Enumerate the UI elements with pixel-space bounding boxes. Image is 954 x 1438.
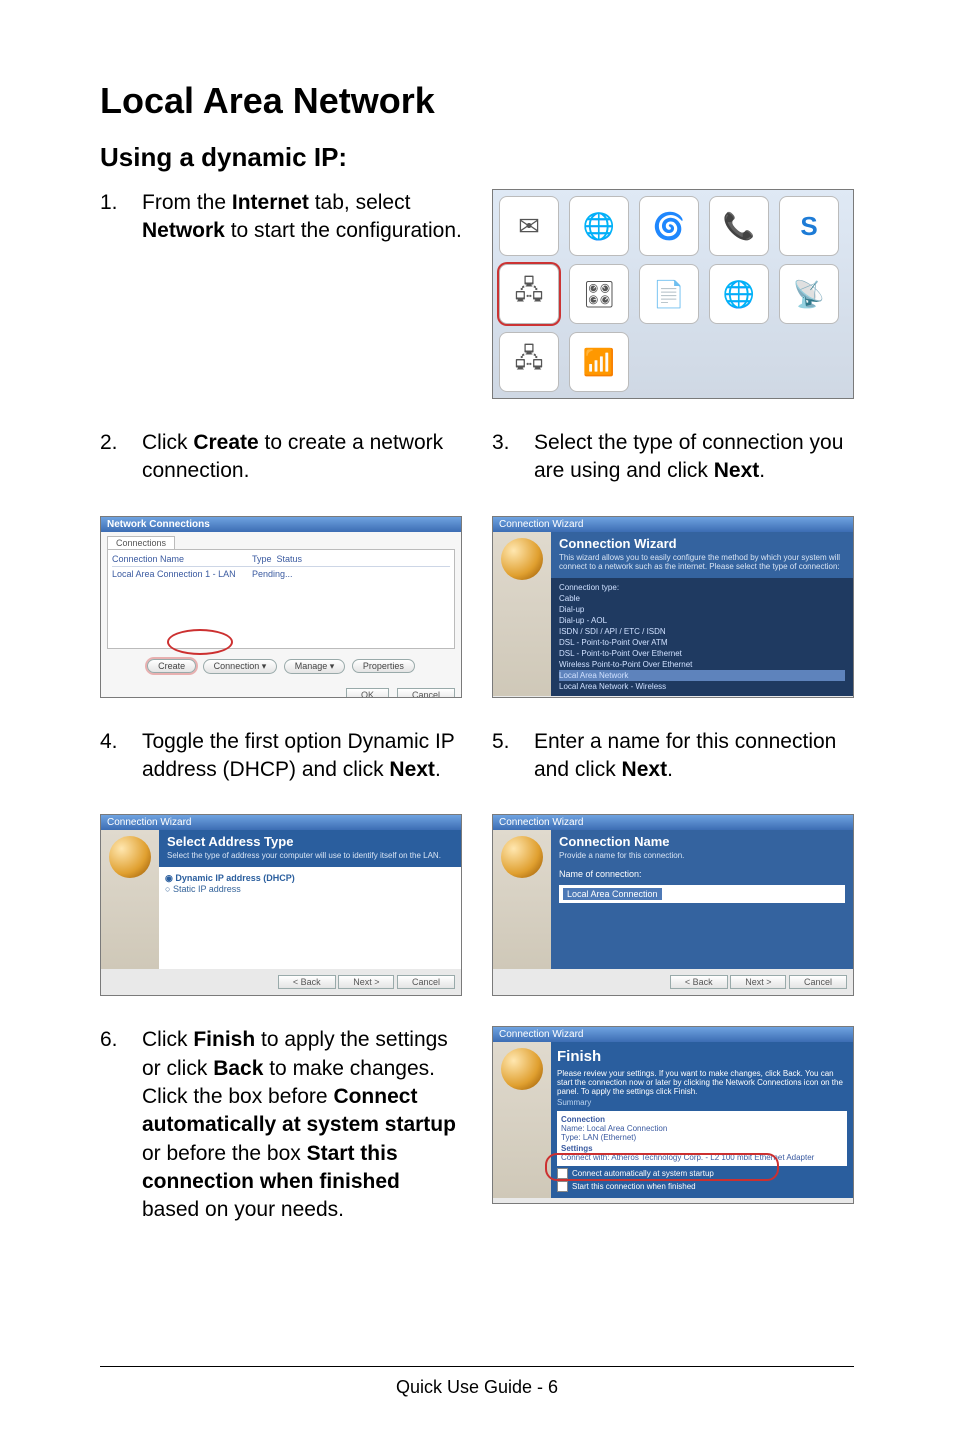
wizard-sidebar-icon — [101, 830, 159, 969]
wiz2-sub: Select the type of address your computer… — [159, 851, 461, 867]
step-6-text: Click Finish to apply the settings or cl… — [142, 1026, 462, 1224]
start-connection-checkbox[interactable]: Start this connection when finished — [557, 1181, 847, 1192]
properties-button[interactable]: Properties — [352, 659, 415, 673]
wiz2-next-button[interactable]: Next > — [338, 975, 394, 989]
step-4-num: 4. — [100, 728, 142, 756]
step-1: 1. From the Internet tab, select Network… — [100, 189, 462, 246]
step-4-text: Toggle the first option Dynamic IP addre… — [142, 728, 462, 785]
wiz3-title: Connection Wizard — [493, 815, 853, 830]
fin-title: Connection Wizard — [493, 1027, 853, 1042]
wizard-sidebar-icon — [493, 532, 551, 696]
screenshot-network-connections: Network Connections Connections Connecti… — [100, 516, 462, 698]
wizard-sidebar-icon — [493, 830, 551, 969]
netconn-title: Network Connections — [101, 517, 461, 532]
step-2-text: Click Create to create a network connect… — [142, 429, 462, 486]
wiz3-cancel-button[interactable]: Cancel — [789, 975, 847, 989]
wiz2-title: Connection Wizard — [101, 815, 461, 830]
step-4: 4. Toggle the first option Dynamic IP ad… — [100, 728, 462, 785]
screenshot-connection-name: Connection Wizard Connection Name Provid… — [492, 814, 854, 996]
fin-head: Finish — [557, 1048, 847, 1065]
step-2-num: 2. — [100, 429, 142, 457]
connection-button[interactable]: Connection ▾ — [203, 659, 278, 674]
step-6: 6. Click Finish to apply the settings or… — [100, 1026, 462, 1224]
ok-button[interactable]: OK — [346, 688, 389, 698]
step-5-num: 5. — [492, 728, 534, 756]
wiz1-head: Connection Wizard — [551, 532, 853, 553]
wiz3-next-button[interactable]: Next > — [730, 975, 786, 989]
wiz3-head: Connection Name — [551, 830, 853, 851]
screenshot-finish: Connection Wizard Finish Please review y… — [492, 1026, 854, 1204]
step-6-num: 6. — [100, 1026, 142, 1054]
step-3-num: 3. — [492, 429, 534, 457]
wiz2-cancel-button[interactable]: Cancel — [397, 975, 455, 989]
step-1-num: 1. — [100, 189, 142, 217]
wiz3-back-button[interactable]: < Back — [670, 975, 728, 989]
wiz2-back-button[interactable]: < Back — [278, 975, 336, 989]
step-3: 3. Select the type of connection you are… — [492, 429, 854, 486]
wiz2-head: Select Address Type — [159, 830, 461, 851]
step-2: 2. Click Create to create a network conn… — [100, 429, 462, 486]
screenshot-connection-wizard-type: Connection Wizard Connection Wizard This… — [492, 516, 854, 698]
netconn-tab: Connections — [107, 536, 175, 549]
wizard-sidebar-icon — [493, 1042, 551, 1198]
step-3-text: Select the type of connection you are us… — [534, 429, 854, 486]
wiz1-sub: This wizard allows you to easily configu… — [551, 553, 853, 578]
step-5-text: Enter a name for this connection and cli… — [534, 728, 854, 785]
screenshot-launcher: ✉🌐🌀📞S 🖧🎛📄🌐📡 🖧📶 — [492, 189, 854, 399]
step-1-text: From the Internet tab, select Network to… — [142, 189, 462, 246]
step-5: 5. Enter a name for this connection and … — [492, 728, 854, 785]
section-subtitle: Using a dynamic IP: — [100, 142, 854, 173]
create-button[interactable]: Create — [147, 659, 196, 673]
wiz1-title: Connection Wizard — [493, 517, 853, 532]
wiz3-sub: Provide a name for this connection. — [551, 851, 853, 867]
cancel-button[interactable]: Cancel — [397, 688, 455, 698]
fin-sub: Please review your settings. If you want… — [557, 1069, 847, 1096]
manage-button[interactable]: Manage ▾ — [284, 659, 346, 674]
screenshot-select-address-type: Connection Wizard Select Address Type Se… — [100, 814, 462, 996]
page-footer: Quick Use Guide - 6 — [100, 1366, 854, 1398]
page-title: Local Area Network — [100, 80, 854, 122]
